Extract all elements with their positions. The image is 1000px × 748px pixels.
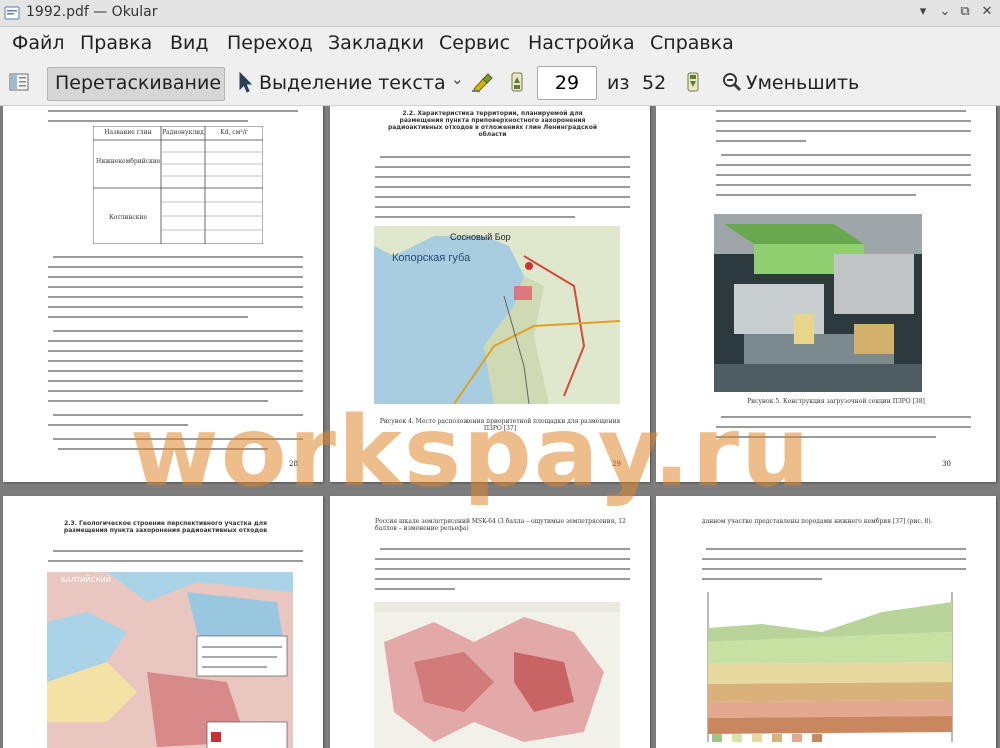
main-toolbar: Перетаскивание Выделение текста ⌄ 29 из …	[0, 59, 1000, 106]
page-of-label: из	[607, 72, 630, 94]
page-32: Россия шкале землетрясений MSK-64 (3 бал…	[330, 496, 650, 748]
menu-tools[interactable]: Сервис	[439, 32, 510, 54]
okular-app-icon	[4, 6, 20, 20]
table-row-lower-cambrian: Нижнекембрийские	[96, 158, 161, 165]
keep-above-icon[interactable]: ▾	[914, 3, 932, 21]
page-33-text: данном участке представлены породами ниж…	[702, 518, 933, 525]
geological-cross-section	[702, 592, 966, 748]
text-select-cursor-icon	[239, 72, 253, 93]
svg-text:БАЛТИЙСКИЙ: БАЛТИЙСКИЙ	[61, 575, 111, 584]
page-number-30: 30	[942, 460, 951, 468]
radionuclide-table	[93, 126, 263, 244]
page-31: 2.3. Геологическое строение перспективно…	[3, 496, 323, 748]
page-29: 2.2. Характеристика территории, планируе…	[330, 106, 650, 482]
menu-bar: Файл Правка Вид Переход Закладки Сервис …	[0, 27, 1000, 59]
menu-file[interactable]: Файл	[12, 32, 65, 54]
menu-settings[interactable]: Настройка	[528, 32, 635, 54]
map-label-sosnovy-bor: Сосновый Бор	[450, 232, 511, 242]
page-number-input[interactable]: 29	[537, 66, 597, 100]
menu-view[interactable]: Вид	[170, 32, 209, 54]
previous-page-icon[interactable]	[510, 71, 524, 93]
highlighter-icon[interactable]	[470, 71, 494, 93]
chevron-down-icon[interactable]: ⌄	[451, 70, 464, 88]
table-header-nuclide: Радионуклид	[162, 129, 204, 136]
geology-map: БАЛТИЙСКИЙ	[47, 572, 293, 748]
page-number-28: 28	[289, 460, 298, 468]
table-row-kotlin: Котлинские	[108, 214, 148, 221]
maximize-icon[interactable]: ⧉	[956, 3, 974, 21]
close-icon[interactable]: ✕	[978, 3, 996, 21]
browse-tool-label: Перетаскивание	[55, 72, 222, 94]
zoom-out-button[interactable]: Уменьшить	[746, 72, 859, 94]
text-select-tool-button[interactable]: Выделение текста	[259, 72, 446, 94]
minimize-icon[interactable]: ⌄	[936, 3, 954, 21]
page-32-seismic-text: Россия шкале землетрясений MSK-64 (3 бал…	[375, 518, 626, 532]
menu-help[interactable]: Справка	[650, 32, 734, 54]
menu-bookmarks[interactable]: Закладки	[328, 32, 424, 54]
sidebar-toggle-icon[interactable]	[9, 72, 29, 92]
menu-edit[interactable]: Правка	[80, 32, 152, 54]
figure-5-caption: Рисунок 5. Конструкция загрузочной секци…	[747, 398, 925, 405]
loading-section-diagram	[714, 214, 922, 392]
page-31-heading: 2.3. Геологическое строение перспективно…	[63, 520, 268, 534]
page-33: данном участке представлены породами ниж…	[656, 496, 996, 748]
table-header-clay: Название глин	[104, 129, 152, 136]
map-label-koporye-bay: Копорская губа	[392, 252, 471, 264]
window-title: 1992.pdf — Okular	[26, 4, 158, 20]
page-28: Название глин Радионуклид Kd, см³/г Нижн…	[3, 106, 323, 482]
seismic-zoning-map	[374, 602, 620, 748]
zoom-out-icon	[723, 73, 742, 92]
document-viewport[interactable]: Название глин Радионуклид Kd, см³/г Нижн…	[0, 106, 1000, 748]
page-30: Рисунок 5. Конструкция загрузочной секци…	[656, 106, 996, 482]
title-bar: 1992.pdf — Okular ▾ ⌄ ⧉ ✕	[0, 0, 1000, 27]
page-29-heading: 2.2. Характеристика территории, планируе…	[387, 110, 598, 138]
page-number-29: 29	[612, 460, 621, 468]
next-page-icon[interactable]	[686, 71, 700, 93]
table-header-kd: Kd, см³/г	[220, 129, 248, 136]
figure-4-caption: Рисунок 4. Место расположения приоритетн…	[379, 418, 621, 432]
total-pages-label: 52	[642, 72, 667, 94]
menu-go[interactable]: Переход	[227, 32, 313, 54]
